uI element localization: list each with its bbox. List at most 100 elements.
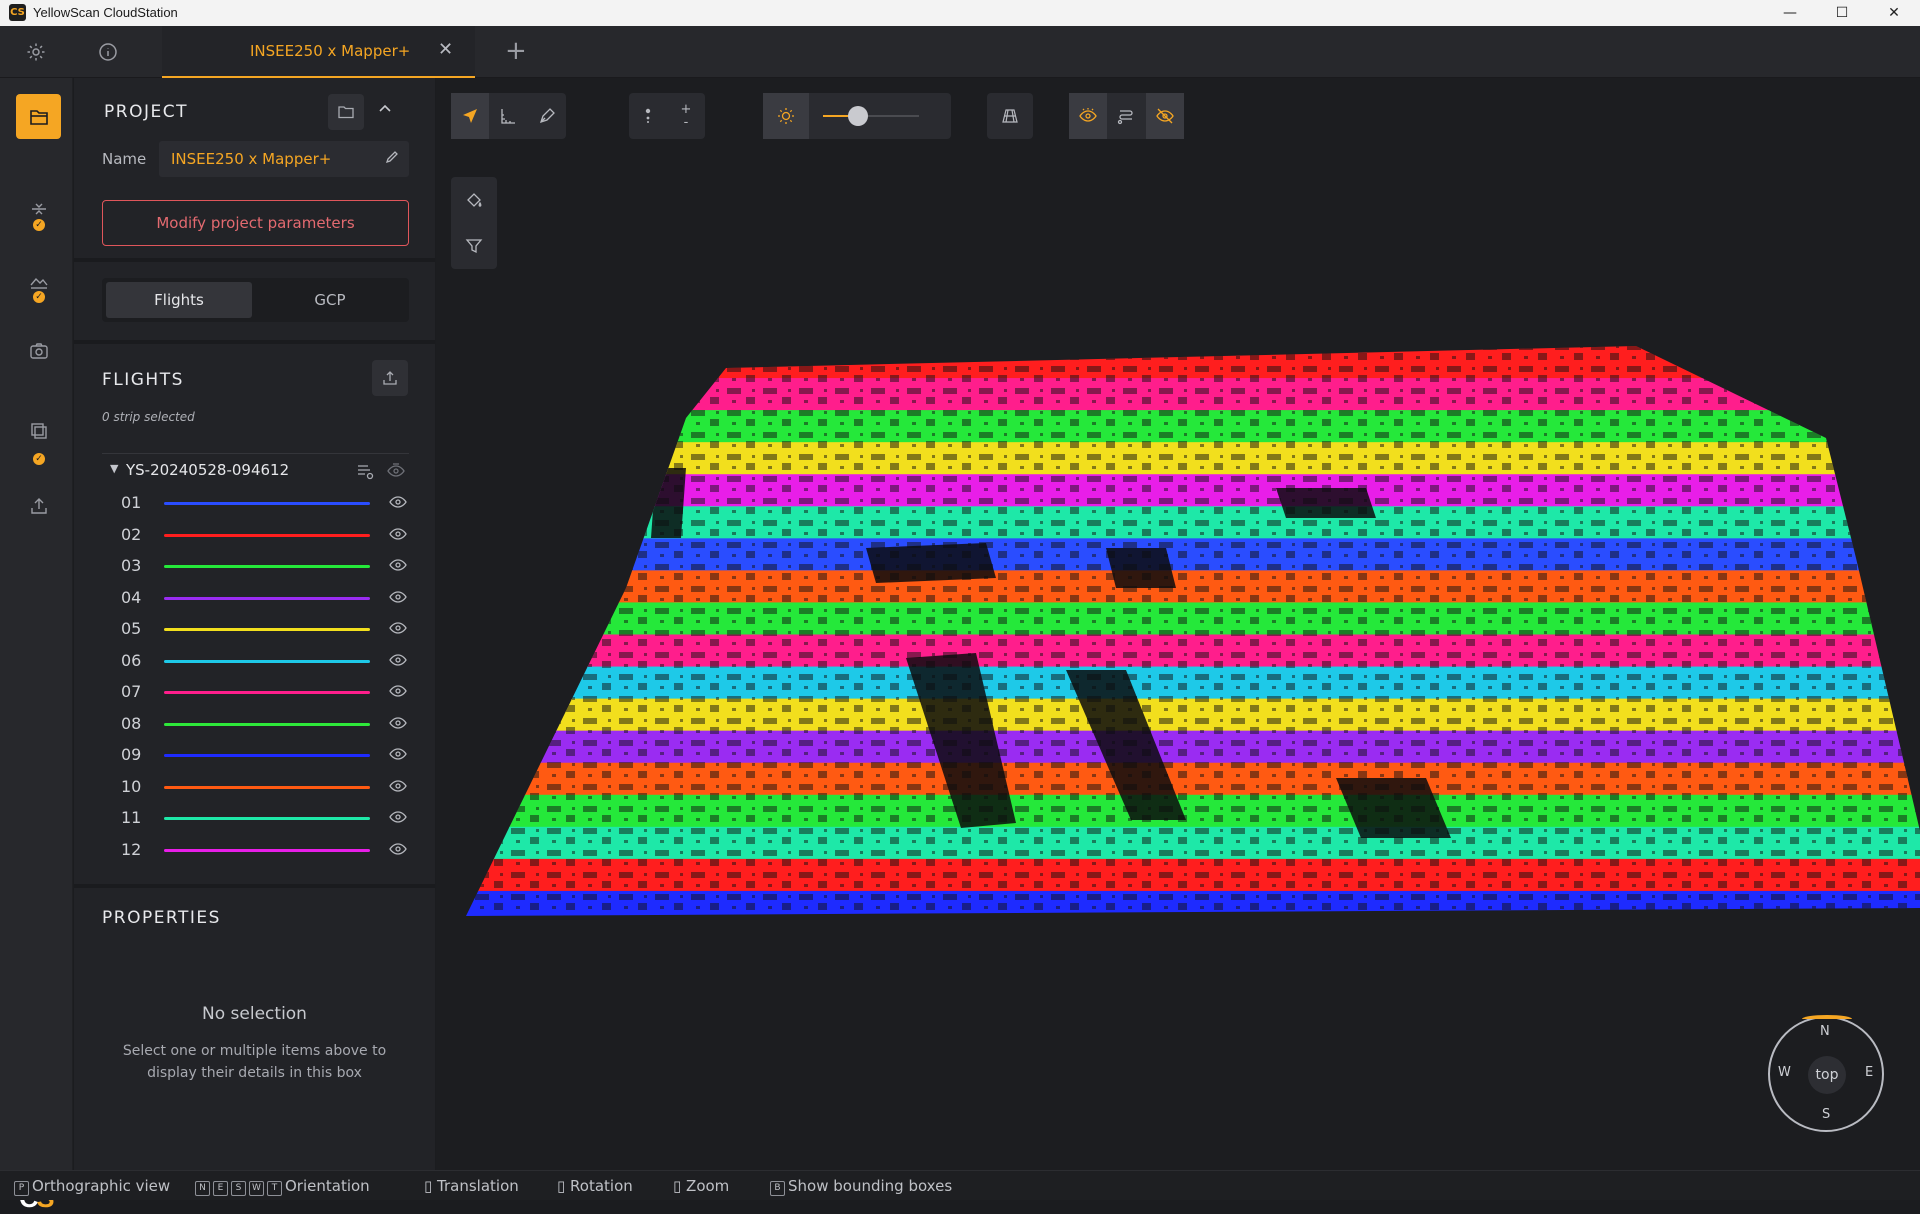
compass-heading-arc bbox=[1802, 1015, 1852, 1023]
strip-row[interactable]: 04 bbox=[102, 583, 412, 614]
lighting-slider[interactable] bbox=[823, 106, 919, 126]
camera-step-button[interactable] bbox=[16, 328, 61, 373]
eye-icon[interactable] bbox=[389, 557, 407, 576]
eye-icon[interactable] bbox=[389, 778, 407, 797]
colorize-button[interactable] bbox=[451, 177, 497, 223]
minimize-button[interactable]: — bbox=[1764, 0, 1816, 26]
strip-color-swatch bbox=[164, 722, 370, 726]
strip-row[interactable]: 03 bbox=[102, 551, 412, 582]
project-name-field[interactable]: INSEE250 x Mapper+ bbox=[159, 141, 409, 177]
eye-icon[interactable] bbox=[389, 841, 407, 860]
compass-east[interactable]: E bbox=[1865, 1065, 1873, 1080]
upload-flight-button[interactable] bbox=[372, 360, 408, 396]
mouse-right-icon: ▯ bbox=[557, 1177, 566, 1195]
show-points-button[interactable] bbox=[1069, 93, 1108, 139]
eye-icon[interactable] bbox=[389, 494, 407, 513]
collapse-project-button[interactable] bbox=[378, 100, 392, 119]
strip-row[interactable]: 10 bbox=[102, 772, 412, 803]
select-tool-button[interactable] bbox=[451, 93, 490, 139]
tab-gcp[interactable]: GCP bbox=[256, 282, 404, 318]
eye-icon[interactable] bbox=[389, 589, 407, 608]
eye-icon[interactable] bbox=[389, 683, 407, 702]
show-trajectory-button[interactable] bbox=[1107, 93, 1145, 139]
perspective-grid-button[interactable] bbox=[987, 93, 1033, 139]
eye-slash-icon bbox=[1156, 108, 1174, 124]
eye-icon[interactable] bbox=[389, 652, 407, 671]
project-panel: PROJECT Name INSEE250 x Mapper+ Modify p… bbox=[74, 78, 435, 1170]
filter-button[interactable] bbox=[451, 223, 497, 269]
project-folder-button[interactable] bbox=[16, 94, 61, 139]
point-size-group: + - bbox=[629, 93, 705, 139]
compass-west[interactable]: W bbox=[1778, 1065, 1791, 1080]
flights-gcp-toggle: Flights GCP bbox=[102, 278, 409, 322]
app-logo-icon: CS bbox=[9, 4, 26, 21]
point-size-icon-button[interactable] bbox=[629, 93, 667, 139]
divider bbox=[74, 258, 435, 262]
point-size-stepper[interactable]: + - bbox=[667, 93, 705, 139]
info-icon bbox=[99, 43, 117, 61]
strips-list-icon[interactable] bbox=[356, 462, 374, 484]
strip-row[interactable]: 05 bbox=[102, 614, 412, 645]
strip-color-swatch bbox=[164, 628, 370, 631]
status-bar: P Orthographic view N E S W T Orientation ▯ Tr… bbox=[0, 1170, 1920, 1200]
edit-name-button[interactable] bbox=[385, 149, 399, 168]
strip-row[interactable]: 11 bbox=[102, 803, 412, 834]
hide-points-button[interactable] bbox=[1145, 93, 1184, 139]
trajectory-icon bbox=[1118, 110, 1134, 125]
pen-nib-icon bbox=[539, 108, 555, 124]
eye-icon[interactable] bbox=[389, 746, 407, 765]
lighting-toggle-button[interactable] bbox=[763, 93, 809, 139]
settings-button[interactable] bbox=[0, 26, 72, 78]
measure-tool-button[interactable] bbox=[489, 93, 527, 139]
eye-hidden-icon[interactable] bbox=[387, 462, 405, 482]
open-folder-button[interactable] bbox=[328, 94, 364, 130]
strip-row[interactable]: 07 bbox=[102, 677, 412, 708]
no-selection-title: No selection bbox=[202, 1004, 307, 1024]
eye-icon[interactable] bbox=[389, 620, 407, 639]
flight-group-row[interactable]: ▼ YS-20240528-094612 bbox=[102, 456, 412, 486]
strip-row[interactable]: 09 bbox=[102, 740, 412, 771]
compass-south[interactable]: S bbox=[1822, 1107, 1830, 1122]
eye-icon[interactable] bbox=[389, 715, 407, 734]
tab-project[interactable]: INSEE250 x Mapper+ ✕ bbox=[162, 26, 475, 78]
strip-row[interactable]: 02 bbox=[102, 520, 412, 551]
point-cloud-viewport[interactable]: + - N E S W top bbox=[436, 78, 1920, 1170]
orientation-compass[interactable]: N E S W top bbox=[1768, 1015, 1884, 1132]
eye-icon[interactable] bbox=[389, 809, 407, 828]
new-tab-button[interactable]: + bbox=[505, 36, 527, 66]
strip-number: 12 bbox=[121, 839, 142, 859]
compass-north[interactable]: N bbox=[1820, 1024, 1830, 1039]
lighting-group bbox=[763, 93, 951, 139]
pencil-icon bbox=[385, 151, 398, 164]
upload-icon bbox=[383, 371, 397, 385]
strip-number: 06 bbox=[121, 650, 142, 670]
folder-icon bbox=[338, 106, 354, 119]
modify-project-button[interactable]: Modify project parameters bbox=[102, 200, 409, 246]
caret-down-icon[interactable]: ▼ bbox=[110, 462, 118, 475]
close-tab-icon[interactable]: ✕ bbox=[438, 39, 453, 60]
strip-number: 08 bbox=[121, 713, 142, 733]
strip-color-swatch bbox=[164, 596, 370, 600]
close-window-button[interactable]: ✕ bbox=[1868, 0, 1920, 26]
info-button[interactable] bbox=[72, 26, 144, 78]
rotation-hint: ▯ Rotation bbox=[557, 1177, 633, 1195]
maximize-button[interactable]: ☐ bbox=[1816, 0, 1868, 26]
slider-knob[interactable] bbox=[847, 106, 868, 126]
strip-selection-count: 0 strip selected bbox=[102, 410, 195, 424]
strip-row[interactable]: 12 bbox=[102, 835, 412, 866]
tab-flights[interactable]: Flights bbox=[106, 282, 252, 318]
minus-icon[interactable]: - bbox=[684, 116, 689, 129]
key-b: B bbox=[770, 1181, 785, 1196]
flight-group-name: YS-20240528-094612 bbox=[126, 461, 290, 479]
draw-tool-button[interactable] bbox=[528, 93, 566, 139]
classification-step-button[interactable] bbox=[16, 408, 61, 453]
compass-top-view-button[interactable]: top bbox=[1808, 1056, 1846, 1094]
strip-row[interactable]: 06 bbox=[102, 646, 412, 677]
check-icon: ✓ bbox=[33, 291, 45, 303]
eye-icon[interactable] bbox=[389, 526, 407, 545]
strip-row[interactable]: 08 bbox=[102, 709, 412, 740]
strip-row[interactable]: 01 bbox=[102, 488, 412, 519]
strip-color-swatch bbox=[164, 659, 370, 663]
tab-bar: INSEE250 x Mapper+ ✕ + bbox=[0, 26, 1920, 78]
export-step-button[interactable] bbox=[16, 483, 61, 528]
